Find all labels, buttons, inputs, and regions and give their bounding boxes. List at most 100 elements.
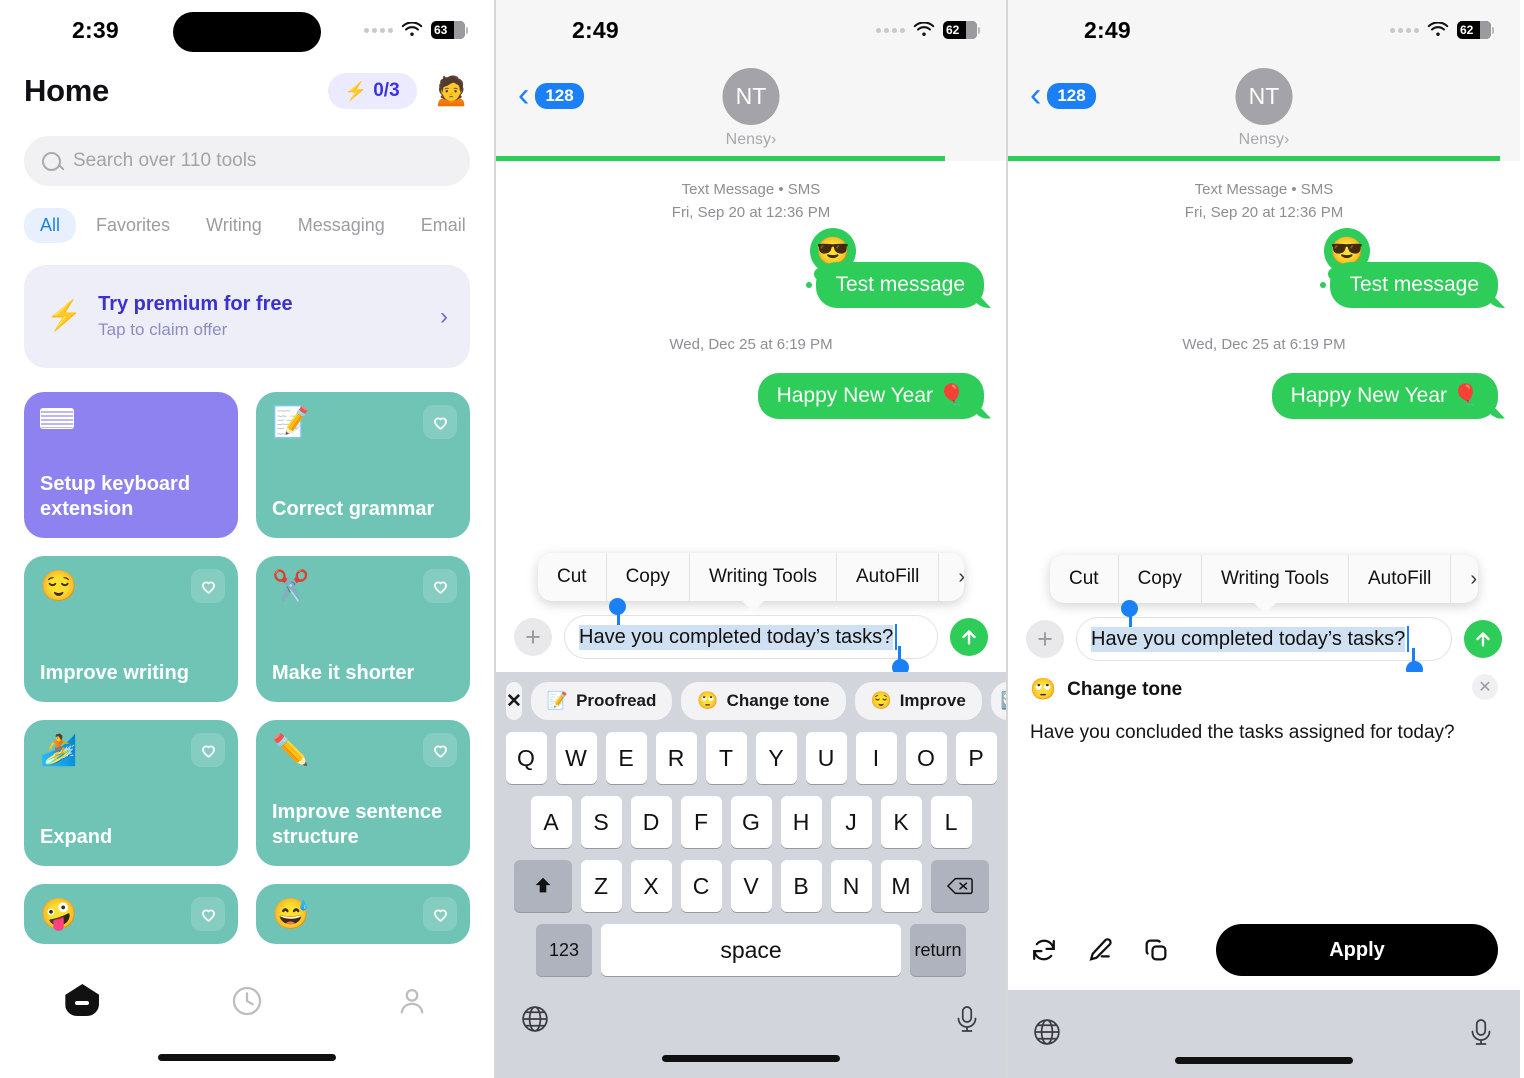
- apply-button[interactable]: Apply: [1216, 924, 1498, 976]
- key-t[interactable]: T: [705, 732, 747, 784]
- backspace-key[interactable]: [930, 860, 989, 912]
- globe-icon[interactable]: [520, 1004, 550, 1034]
- message-bubble[interactable]: Happy New Year 🎈: [1271, 372, 1498, 419]
- tool-card-improve-sentence-structure[interactable]: ✏️ Improve sentence structure: [256, 720, 470, 866]
- message-input[interactable]: Have you completed today’s tasks?: [564, 598, 938, 676]
- chip-email[interactable]: Email: [405, 208, 482, 243]
- selection-handle-start[interactable]: [1121, 600, 1138, 617]
- key-s[interactable]: S: [580, 796, 622, 848]
- key-l[interactable]: L: [930, 796, 972, 848]
- premium-promo-card[interactable]: ⚡ Try premium for free Tap to claim offe…: [24, 265, 470, 368]
- message-bubble[interactable]: Test message: [1330, 262, 1498, 308]
- search-input[interactable]: Search over 110 tools: [24, 136, 470, 186]
- microphone-icon[interactable]: [952, 1004, 982, 1034]
- copy-icon[interactable]: [1142, 936, 1170, 964]
- menu-item-autofill[interactable]: AutoFill: [837, 553, 940, 601]
- key-z[interactable]: Z: [580, 860, 622, 912]
- menu-more-arrow-icon[interactable]: ›: [1451, 555, 1478, 603]
- sidebar-item-history[interactable]: [165, 984, 330, 1018]
- avatar[interactable]: 🙍: [433, 76, 470, 106]
- key-u[interactable]: U: [805, 732, 847, 784]
- key-p[interactable]: P: [955, 732, 997, 784]
- contact-header[interactable]: NT Nensy›: [722, 68, 780, 149]
- key-c[interactable]: C: [680, 860, 722, 912]
- favorite-heart-icon[interactable]: [423, 733, 457, 767]
- selection-handle-start[interactable]: [609, 598, 626, 615]
- key-x[interactable]: X: [630, 860, 672, 912]
- key-j[interactable]: J: [830, 796, 872, 848]
- edit-pencil-icon[interactable]: [1086, 936, 1114, 964]
- key-h[interactable]: H: [780, 796, 822, 848]
- key-a[interactable]: A: [530, 796, 572, 848]
- key-v[interactable]: V: [730, 860, 772, 912]
- return-key[interactable]: return: [910, 924, 966, 976]
- proofread-button[interactable]: 📝 Proofread: [530, 682, 673, 720]
- key-q[interactable]: Q: [505, 732, 547, 784]
- regenerate-icon[interactable]: [1030, 936, 1058, 964]
- message-bubble[interactable]: Happy New Year 🎈: [757, 372, 984, 419]
- key-w[interactable]: W: [555, 732, 597, 784]
- menu-item-writing-tools[interactable]: Writing Tools: [1202, 555, 1349, 603]
- key-e[interactable]: E: [605, 732, 647, 784]
- send-button[interactable]: [1464, 620, 1502, 658]
- chip-favorites[interactable]: Favorites: [80, 208, 186, 243]
- space-key[interactable]: space: [601, 924, 901, 976]
- key-d[interactable]: D: [630, 796, 672, 848]
- globe-icon[interactable]: [1032, 1017, 1062, 1047]
- change-tone-button[interactable]: 🙄 Change tone: [681, 682, 846, 720]
- favorite-heart-icon[interactable]: [423, 897, 457, 931]
- menu-item-autofill[interactable]: AutoFill: [1349, 555, 1452, 603]
- key-i[interactable]: I: [855, 732, 897, 784]
- key-k[interactable]: K: [880, 796, 922, 848]
- key-b[interactable]: B: [780, 860, 822, 912]
- tool-card-partial-b[interactable]: 😅: [256, 884, 470, 944]
- tool-card-setup-keyboard[interactable]: Setup keyboard extension: [24, 392, 238, 538]
- favorite-heart-icon[interactable]: [423, 405, 457, 439]
- send-button[interactable]: [950, 618, 988, 656]
- message-bubble[interactable]: Test message: [816, 262, 984, 308]
- favorite-heart-icon[interactable]: [423, 569, 457, 603]
- menu-item-cut[interactable]: Cut: [538, 553, 607, 601]
- favorite-heart-icon[interactable]: [191, 569, 225, 603]
- key-o[interactable]: O: [905, 732, 947, 784]
- sidebar-item-home[interactable]: [0, 984, 165, 1016]
- close-suggestions-button[interactable]: ✕: [506, 682, 522, 720]
- key-g[interactable]: G: [730, 796, 772, 848]
- tool-card-improve-writing[interactable]: 😌 Improve writing: [24, 556, 238, 702]
- menu-more-arrow-icon[interactable]: ›: [939, 553, 964, 601]
- tool-card-partial-a[interactable]: 🤪: [24, 884, 238, 944]
- menu-item-copy[interactable]: Copy: [1119, 555, 1202, 603]
- menu-item-cut[interactable]: Cut: [1050, 555, 1119, 603]
- favorite-heart-icon[interactable]: [191, 897, 225, 931]
- tool-card-expand[interactable]: 🏄 Expand: [24, 720, 238, 866]
- menu-item-writing-tools[interactable]: Writing Tools: [690, 553, 837, 601]
- shift-key[interactable]: [513, 860, 572, 912]
- tool-card-correct-grammar[interactable]: 📝 Correct grammar: [256, 392, 470, 538]
- favorite-heart-icon[interactable]: [191, 733, 225, 767]
- tool-card-make-it-shorter[interactable]: ✂️ Make it shorter: [256, 556, 470, 702]
- microphone-icon[interactable]: [1466, 1017, 1496, 1047]
- sidebar-item-profile[interactable]: [329, 984, 494, 1018]
- chip-messaging[interactable]: Messaging: [282, 208, 401, 243]
- back-button[interactable]: ‹ 128: [1030, 78, 1096, 112]
- contact-header[interactable]: NT Nensy›: [1235, 68, 1293, 149]
- key-y[interactable]: Y: [755, 732, 797, 784]
- tool-card-label: Correct grammar: [272, 498, 435, 520]
- improve-button[interactable]: 😌 Improve: [854, 682, 982, 720]
- chip-all[interactable]: All: [24, 208, 77, 243]
- refresh-button[interactable]: 🔄: [990, 682, 1006, 720]
- key-f[interactable]: F: [680, 796, 722, 848]
- numbers-key[interactable]: 123: [536, 924, 592, 976]
- menu-item-copy[interactable]: Copy: [607, 553, 690, 601]
- chip-writing[interactable]: Writing: [190, 208, 278, 243]
- keyboard-bottom: [1008, 990, 1520, 1078]
- plus-icon[interactable]: +: [1026, 620, 1064, 658]
- plus-icon[interactable]: +: [514, 618, 552, 656]
- key-n[interactable]: N: [830, 860, 872, 912]
- back-button[interactable]: ‹ 128: [518, 78, 584, 112]
- credits-badge[interactable]: ⚡ 0/3: [327, 73, 417, 109]
- key-m[interactable]: M: [880, 860, 922, 912]
- message-input[interactable]: Have you completed today’s tasks?: [1076, 600, 1452, 678]
- key-r[interactable]: R: [655, 732, 697, 784]
- close-icon[interactable]: ✕: [1472, 674, 1498, 700]
